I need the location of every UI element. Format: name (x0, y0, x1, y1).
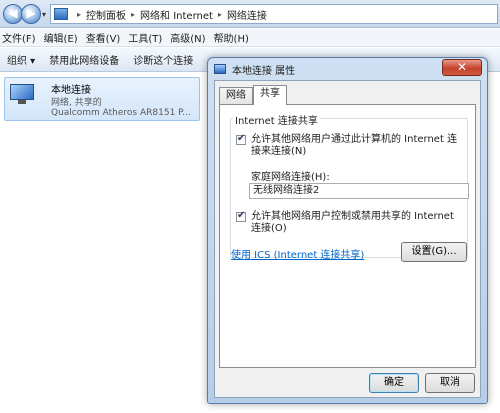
home-network-label: 家庭网络连接(H): (251, 172, 330, 183)
network-adapter-icon (10, 84, 34, 104)
allow-connect-checkbox[interactable] (236, 133, 246, 145)
dialog-body: 网络 共享 Internet 连接共享 允许其他网络用户通过此计算机的 Inte… (214, 80, 481, 398)
ics-help-link[interactable]: 使用 ICS (Internet 连接共享) (231, 246, 364, 261)
breadcrumb-network-internet[interactable]: 网络和 Internet (140, 7, 213, 22)
allow-connect-label[interactable]: 允许其他网络用户通过此计算机的 Internet 连接来连接(N) (251, 134, 463, 158)
cancel-button[interactable]: 取消 (425, 373, 475, 393)
breadcrumb: ▸ 控制面板 ▸ 网络和 Internet ▸ 网络连接 (72, 7, 267, 22)
ics-group-title: Internet 连接共享 (233, 112, 320, 127)
tab-sharing[interactable]: 共享 (253, 85, 287, 105)
menu-tools[interactable]: 工具(T) (126, 30, 168, 45)
menu-advanced[interactable]: 高级(N) (168, 30, 211, 45)
connection-name: 本地连接 (51, 85, 91, 96)
dialog-title: 本地连接 属性 (232, 65, 296, 77)
organize-button[interactable]: 组织 ▾ (0, 52, 42, 67)
menu-help[interactable]: 帮助(H) (212, 30, 255, 45)
forward-icon[interactable]: ▶ (21, 4, 41, 24)
address-field[interactable]: ▸ 控制面板 ▸ 网络和 Internet ▸ 网络连接 (50, 4, 498, 24)
tab-network[interactable]: 网络 (219, 87, 253, 105)
breadcrumb-separator-icon[interactable]: ▸ (77, 10, 81, 19)
allow-control-label[interactable]: 允许其他网络用户控制或禁用共享的 Internet 连接(O) (251, 211, 463, 235)
control-panel-icon (54, 8, 68, 20)
menu-edit[interactable]: 编辑(E) (42, 30, 84, 45)
allow-control-checkbox[interactable] (236, 210, 246, 222)
breadcrumb-control-panel[interactable]: 控制面板 (86, 7, 126, 22)
diagnose-connection-button[interactable]: 诊断这个连接 (126, 52, 200, 67)
home-network-field[interactable]: 无线网络连接2 (249, 183, 469, 199)
sharing-tab-panel: Internet 连接共享 允许其他网络用户通过此计算机的 Internet 连… (219, 104, 476, 368)
breadcrumb-network-connections[interactable]: 网络连接 (227, 7, 267, 22)
dialog-titlebar: 本地连接 属性 (214, 61, 295, 77)
breadcrumb-separator-icon[interactable]: ▸ (131, 10, 135, 19)
ok-button[interactable]: 确定 (369, 373, 419, 393)
connection-status: 网络, 共享的 (51, 98, 102, 108)
back-icon[interactable]: ◀ (3, 4, 23, 24)
close-button[interactable]: ✕ (442, 59, 482, 76)
connection-item-local[interactable]: 本地连接 网络, 共享的 Qualcomm Atheros AR8151 P..… (4, 77, 200, 121)
menu-view[interactable]: 查看(V) (84, 30, 127, 45)
properties-dialog: 本地连接 属性 ✕ 网络 共享 Internet 连接共享 允许其他网络用户通过… (207, 57, 488, 404)
menu-file[interactable]: 文件(F) (0, 30, 42, 45)
history-dropdown-icon[interactable]: ▾ (42, 10, 46, 19)
menu-bar: 文件(F) 编辑(E) 查看(V) 工具(T) 高级(N) 帮助(H) (0, 29, 500, 47)
settings-button[interactable]: 设置(G)... (401, 242, 467, 262)
connection-adapter: Qualcomm Atheros AR8151 P... (51, 108, 191, 118)
breadcrumb-separator-icon[interactable]: ▸ (218, 10, 222, 19)
disable-device-button[interactable]: 禁用此网络设备 (42, 52, 126, 67)
address-bar: ◀ ▶ ▾ ▸ 控制面板 ▸ 网络和 Internet ▸ 网络连接 (0, 0, 500, 28)
network-connection-icon (214, 64, 226, 74)
